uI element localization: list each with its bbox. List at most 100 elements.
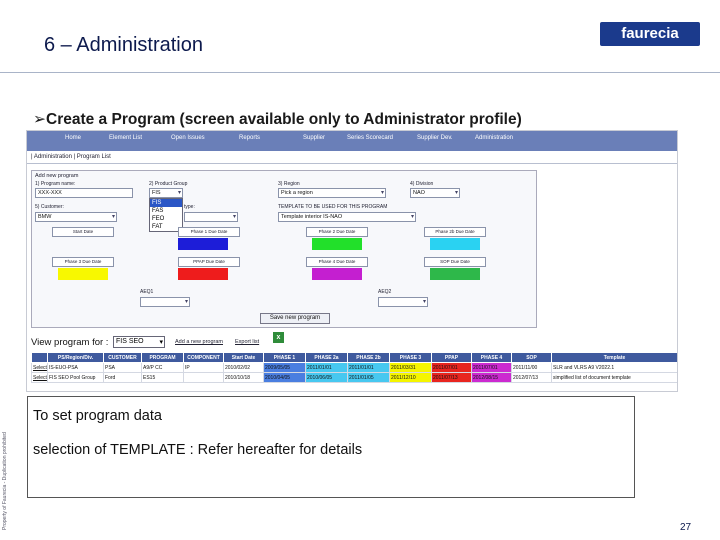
nav-administration[interactable]: Administration bbox=[475, 135, 513, 141]
note-box: To set program data selection of TEMPLAT… bbox=[27, 396, 635, 498]
table-cell: 2011/12/10 bbox=[389, 372, 432, 383]
aeq1-select[interactable] bbox=[140, 297, 190, 307]
column-header[interactable]: PROGRAM bbox=[141, 352, 184, 363]
phase2-date-input[interactable]: Phase 2 Due Date bbox=[306, 227, 368, 237]
phase2-color-bar bbox=[312, 238, 362, 250]
table-cell: 2012/07/13 bbox=[511, 372, 552, 383]
column-header[interactable]: Start Date bbox=[223, 352, 264, 363]
table-cell: 2011/07/01 bbox=[471, 362, 512, 373]
table-cell: IP bbox=[183, 362, 224, 373]
table-cell: ES15 bbox=[141, 372, 184, 383]
breadcrumb: | Administration | Program List bbox=[31, 154, 111, 160]
phase4-color-bar bbox=[312, 268, 362, 280]
table-cell: SLR and VLRS A9 V2022.1 bbox=[551, 362, 677, 373]
type-label: type: bbox=[184, 204, 195, 210]
nav-element-list[interactable]: Element List bbox=[109, 135, 142, 141]
table-cell: 2010/02/02 bbox=[223, 362, 264, 373]
view-program-select[interactable]: FIS SEO bbox=[113, 336, 165, 348]
table-cell: 2011/03/31 bbox=[389, 362, 432, 373]
division-select[interactable]: NAO bbox=[410, 188, 460, 198]
divider bbox=[27, 163, 677, 164]
customer-select[interactable]: BMW bbox=[35, 212, 117, 222]
program-name-label: 1) Program name: bbox=[35, 181, 76, 187]
add-program-link[interactable]: Add a new program bbox=[175, 339, 223, 345]
add-program-form: Add new program 1) Program name: XXX-XXX… bbox=[31, 170, 537, 328]
select-link[interactable]: Select bbox=[31, 362, 48, 373]
app-screenshot: Home Element List Open Issues Reports Su… bbox=[26, 130, 678, 392]
copyright-note: Property of Faurecia - Duplication prohi… bbox=[2, 432, 8, 530]
column-header[interactable]: PS/Region/Div. bbox=[47, 352, 104, 363]
nav-bar: Home Element List Open Issues Reports Su… bbox=[27, 131, 677, 151]
table-cell: 2011/11/00 bbox=[511, 362, 552, 373]
nav-open-issues[interactable]: Open Issues bbox=[171, 135, 205, 141]
export-list-link[interactable]: Export list bbox=[235, 339, 259, 345]
table-cell bbox=[183, 372, 224, 383]
nav-home[interactable]: Home bbox=[65, 135, 81, 141]
page-number: 27 bbox=[680, 522, 692, 533]
column-header[interactable]: Template bbox=[551, 352, 677, 363]
product-group-option[interactable]: FIS bbox=[150, 199, 182, 207]
table-cell: 2012/08/15 bbox=[471, 372, 512, 383]
table-cell: 2010/04/05 bbox=[263, 372, 306, 383]
product-group-option[interactable]: FEO bbox=[150, 215, 182, 223]
column-header[interactable]: COMPONENT bbox=[183, 352, 224, 363]
column-header[interactable]: PPAP bbox=[431, 352, 472, 363]
program-name-input[interactable]: XXX-XXX bbox=[35, 188, 133, 198]
nav-supplier[interactable]: Supplier bbox=[303, 135, 325, 141]
product-group-option[interactable]: FAS bbox=[150, 207, 182, 215]
phase4-date-input[interactable]: Phase 4 Due Date bbox=[306, 257, 368, 267]
column-header[interactable]: SOP bbox=[511, 352, 552, 363]
phase1-date-input[interactable]: Phase 1 Due Date bbox=[178, 227, 240, 237]
faurecia-logo: faurecia bbox=[600, 22, 700, 46]
excel-export-icon[interactable]: x bbox=[273, 332, 284, 343]
ppap-color-bar bbox=[178, 268, 228, 280]
ppap-date-input[interactable]: PPAP Due Date bbox=[178, 257, 240, 267]
view-program-label: View program for : bbox=[31, 337, 109, 348]
phase3-date-input[interactable]: Phase 3 Due Date bbox=[52, 257, 114, 267]
column-header[interactable]: PHASE 4 bbox=[471, 352, 512, 363]
start-date-input[interactable]: Start Date bbox=[52, 227, 114, 237]
table-cell: 2010/06/05 bbox=[305, 372, 348, 383]
column-header[interactable]: PHASE 1 bbox=[263, 352, 306, 363]
table-row[interactable]: Select IS-EUO-PSA PSA A9/P CC IP 2010/02/02 20… bbox=[31, 362, 677, 373]
region-select[interactable]: Pick a region bbox=[278, 188, 386, 198]
form-title: Add new program bbox=[35, 173, 79, 179]
table-cell: IS-EUO-PSA bbox=[47, 362, 104, 373]
nav-supplier-dev[interactable]: Supplier Dev. bbox=[417, 135, 453, 141]
type-select[interactable] bbox=[184, 212, 238, 222]
division-label: 4) Division bbox=[410, 181, 434, 187]
column-header[interactable]: CUSTOMER bbox=[103, 352, 142, 363]
table-cell: A9/P CC bbox=[141, 362, 184, 373]
aeq2-select[interactable] bbox=[378, 297, 428, 307]
table-cell: 2011/01/05 bbox=[347, 372, 390, 383]
column-header[interactable]: PHASE 3 bbox=[389, 352, 432, 363]
table-cell: FIS SEO Pool Group bbox=[47, 372, 104, 383]
save-program-button[interactable]: Save new program bbox=[260, 313, 330, 324]
template-select[interactable]: Template interior IS-NAO bbox=[278, 212, 416, 222]
table-cell: Ford bbox=[103, 372, 142, 383]
sop-date-input[interactable]: SOP Due Date bbox=[424, 257, 486, 267]
table-cell: 2011/01/01 bbox=[305, 362, 348, 373]
phase3-color-bar bbox=[58, 268, 108, 280]
slide-title: 6 – Administration bbox=[44, 34, 203, 56]
template-label: TEMPLATE TO BE USED FOR THIS PROGRAM bbox=[278, 204, 388, 210]
aeq1-label: AEQ1 bbox=[140, 289, 154, 295]
select-link[interactable]: Select bbox=[31, 372, 48, 383]
phase1-color-bar bbox=[178, 238, 228, 250]
phase2b-date-input[interactable]: Phase 2b Due Date bbox=[424, 227, 486, 237]
aeq2-label: AEQ2 bbox=[378, 289, 392, 295]
table-cell: 2009/05/05 bbox=[263, 362, 306, 373]
bullet-heading: ➢Create a Program (screen available only… bbox=[33, 110, 522, 129]
product-group-select[interactable]: FIS bbox=[149, 188, 183, 198]
table-cell: simplified list of document template bbox=[551, 372, 677, 383]
nav-series-scorecard[interactable]: Series Scorecard bbox=[347, 135, 393, 141]
column-header[interactable]: PHASE 2b bbox=[347, 352, 390, 363]
table-cell: 2010/10/18 bbox=[223, 372, 264, 383]
table-header-row: PS/Region/Div. CUSTOMER PROGRAM COMPONEN… bbox=[31, 352, 677, 363]
table-row[interactable]: Select FIS SEO Pool Group Ford ES15 2010/10/… bbox=[31, 372, 677, 383]
sop-color-bar bbox=[430, 268, 480, 280]
nav-reports[interactable]: Reports bbox=[239, 135, 260, 141]
column-header[interactable]: PHASE 2a bbox=[305, 352, 348, 363]
title-divider bbox=[0, 72, 720, 73]
program-table: PS/Region/Div. CUSTOMER PROGRAM COMPONEN… bbox=[31, 352, 677, 383]
